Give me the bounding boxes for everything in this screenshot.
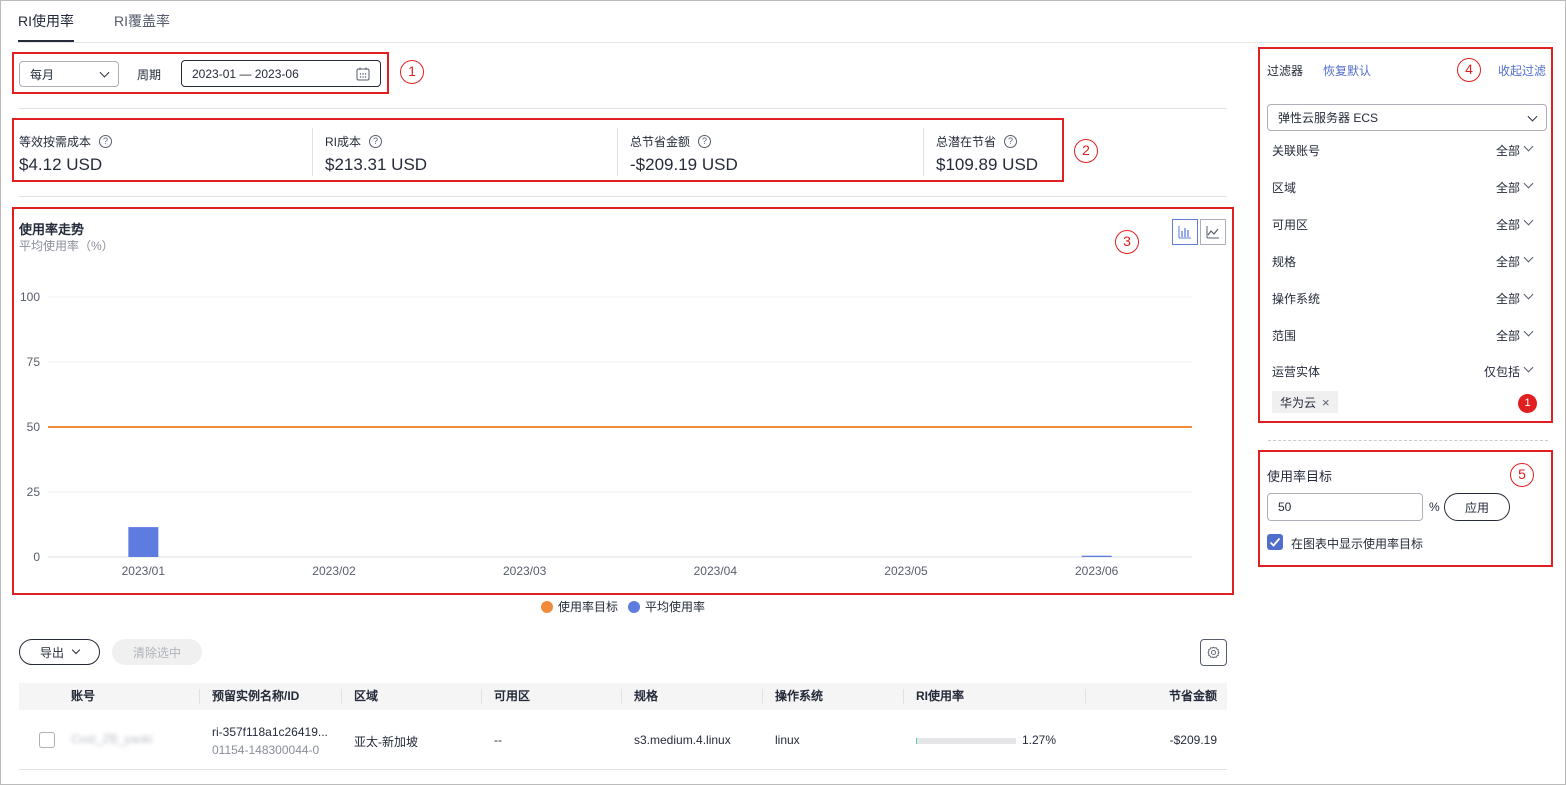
- export-label: 导出: [39, 645, 64, 660]
- entity-tag: 华为云 ×: [1272, 391, 1338, 413]
- savings-cell: -$209.19: [1169, 733, 1217, 747]
- x-tick-label: 2023/06: [1075, 564, 1119, 578]
- x-tick-label: 2023/02: [312, 564, 356, 578]
- close-icon[interactable]: ×: [1322, 395, 1330, 410]
- utilization-cell: 1.27%: [1022, 733, 1057, 747]
- col-os[interactable]: 操作系统: [775, 683, 823, 710]
- col-separator: [903, 689, 904, 704]
- col-separator: [762, 689, 763, 704]
- filter-label: 可用区: [1272, 218, 1309, 232]
- y-tick-label: 100: [20, 290, 40, 304]
- col-separator: [621, 689, 622, 704]
- clear-selection-button[interactable]: 清除选中: [112, 639, 202, 665]
- target-title: 使用率目标: [1267, 469, 1333, 484]
- filter-value: 全部: [1495, 292, 1520, 306]
- x-tick-label: 2023/05: [884, 564, 928, 578]
- table-row[interactable]: Cost_ZB_yaoki ri-357f118a1c26419... 0115…: [19, 710, 1227, 770]
- filter-value: 仅包括: [1483, 365, 1520, 379]
- table-header: 账号 预留实例名称/ID 区域 可用区 规格 操作系统 RI使用率 节省金额: [19, 683, 1227, 710]
- chevron-down-icon: [71, 645, 81, 655]
- export-button[interactable]: 导出: [19, 639, 100, 665]
- col-instance[interactable]: 预留实例名称/ID: [212, 683, 299, 710]
- service-value: 弹性云服务器 ECS: [1278, 111, 1379, 125]
- utilization-progress-fill: [916, 738, 918, 744]
- filter-label: 操作系统: [1272, 292, 1321, 306]
- filter-title: 过滤器: [1267, 64, 1304, 78]
- apply-button[interactable]: 应用: [1444, 493, 1510, 521]
- show-target-checkbox[interactable]: [1267, 534, 1283, 550]
- col-az[interactable]: 可用区: [494, 683, 530, 710]
- annotation-circle-4: 4: [1457, 58, 1481, 82]
- collapse-filter-link[interactable]: 收起过滤: [1498, 62, 1546, 79]
- filter-label: 范围: [1272, 329, 1297, 343]
- filter-label: 规格: [1272, 255, 1297, 269]
- row-checkbox[interactable]: [39, 732, 55, 748]
- filter-value: 全部: [1495, 144, 1520, 158]
- x-tick-label: 2023/03: [503, 564, 547, 578]
- filter-label: 区域: [1272, 181, 1297, 195]
- ri-utilization-table: 账号 预留实例名称/ID 区域 可用区 规格 操作系统 RI使用率 节省金额 C…: [19, 683, 1227, 770]
- target-unit: %: [1429, 500, 1440, 514]
- filter-value: 全部: [1495, 218, 1520, 232]
- filter-value: 全部: [1495, 181, 1520, 195]
- col-flavor[interactable]: 规格: [634, 683, 658, 710]
- region-cell: 亚太-新加坡: [354, 735, 418, 749]
- reset-filter-link[interactable]: 恢复默认: [1323, 62, 1371, 79]
- col-region[interactable]: 区域: [354, 683, 378, 710]
- dashed-divider: [1268, 440, 1548, 441]
- y-tick-label: 0: [33, 550, 40, 564]
- col-separator: [1085, 689, 1086, 704]
- checkmark-icon: [1269, 537, 1281, 547]
- annotation-circle-5: 5: [1510, 463, 1534, 487]
- x-tick-label: 2023/04: [694, 564, 738, 578]
- legend-item-target[interactable]: 使用率目标: [541, 598, 618, 615]
- chart-legend: 使用率目标 平均使用率: [541, 598, 705, 615]
- flavor-cell: s3.medium.4.linux: [634, 733, 731, 747]
- tag-label: 华为云: [1280, 395, 1317, 410]
- col-separator: [341, 689, 342, 704]
- account-cell: Cost_ZB_yaoki: [71, 732, 153, 746]
- utilization-progress-bar: [916, 738, 1016, 744]
- legend-label: 平均使用率: [645, 600, 706, 614]
- os-cell: linux: [775, 733, 800, 747]
- show-target-label: 在图表中显示使用率目标: [1291, 537, 1424, 551]
- legend-item-avg[interactable]: 平均使用率: [628, 598, 705, 615]
- service-select[interactable]: 弹性云服务器 ECS: [1267, 104, 1547, 131]
- filter-label: 运营实体: [1272, 365, 1321, 379]
- table-settings-button[interactable]: [1200, 639, 1227, 666]
- filter-label: 关联账号: [1272, 144, 1321, 158]
- chevron-down-icon: [1527, 111, 1538, 122]
- col-savings[interactable]: 节省金额: [1169, 683, 1217, 710]
- instance-name-cell[interactable]: ri-357f118a1c26419...: [212, 725, 328, 739]
- bar: [1081, 555, 1112, 557]
- filter-value: 全部: [1495, 329, 1520, 343]
- bar: [128, 527, 159, 557]
- instance-id-cell: 01154-148300044-0: [212, 743, 320, 757]
- y-tick-label: 25: [27, 485, 41, 499]
- target-input[interactable]: [1267, 493, 1423, 521]
- tag-count-badge: 1: [1518, 394, 1537, 413]
- legend-swatch: [541, 601, 553, 613]
- legend-swatch: [628, 601, 641, 613]
- filter-value: 全部: [1495, 255, 1520, 269]
- legend-label: 使用率目标: [558, 600, 619, 614]
- col-utilization[interactable]: RI使用率: [916, 683, 964, 710]
- y-tick-label: 75: [27, 355, 41, 369]
- az-cell: --: [494, 733, 502, 747]
- x-tick-label: 2023/01: [122, 564, 166, 578]
- col-separator: [481, 689, 482, 704]
- col-account[interactable]: 账号: [71, 683, 95, 710]
- col-separator: [199, 689, 200, 704]
- y-tick-label: 50: [27, 420, 41, 434]
- gear-icon: [1207, 646, 1220, 659]
